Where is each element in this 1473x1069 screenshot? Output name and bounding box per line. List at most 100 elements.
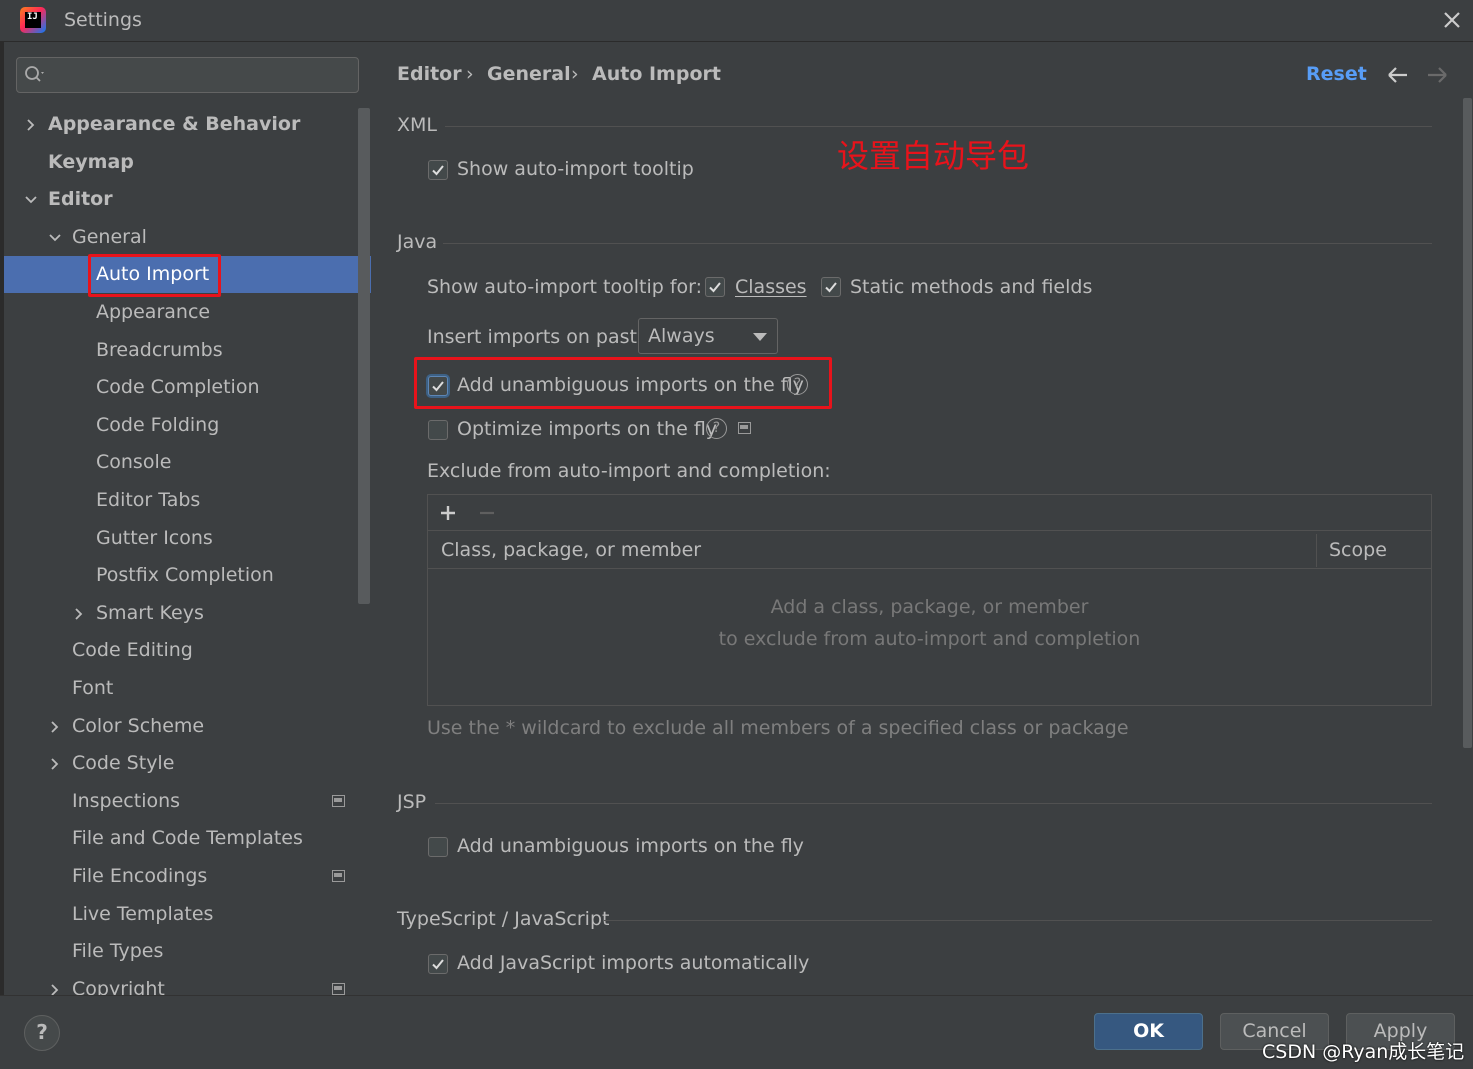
wildcard-hint-text: Use the * wildcard to exclude all member…	[427, 717, 1129, 739]
sidebar-item-label: File and Code Templates	[72, 827, 303, 850]
breadcrumb-separator: ›	[571, 63, 579, 85]
column-header-class[interactable]: Class, package, or member	[441, 539, 701, 561]
checkmark-icon	[825, 282, 837, 293]
breadcrumb-separator: ›	[466, 63, 474, 85]
sidebar-item-label: Appearance & Behavior	[48, 113, 301, 135]
sidebar-item-font[interactable]: Font	[4, 670, 357, 707]
sidebar-item-code-completion[interactable]: Code Completion	[4, 369, 357, 406]
settings-sidebar: Appearance & Behavior Keymap Editor General…	[4, 43, 371, 995]
checkmark-icon	[432, 165, 444, 176]
checkmark-icon	[709, 282, 721, 293]
exclude-table-header: Class, package, or member Scope	[428, 532, 1431, 569]
breadcrumb-general[interactable]: General	[487, 63, 571, 85]
xml-show-tooltip-checkbox[interactable]	[428, 160, 448, 180]
settings-window: IJ Settings Appearance & Behavior Keymap E…	[0, 0, 1473, 1069]
section-divider	[443, 243, 1432, 244]
sidebar-item-live-templates[interactable]: Live Templates	[4, 896, 357, 933]
jsp-add-unambiguous-label: Add unambiguous imports on the fly	[457, 835, 804, 857]
sidebar-item-label: Color Scheme	[72, 714, 205, 737]
project-scope-icon	[332, 870, 345, 882]
chevron-right-icon[interactable]	[24, 118, 38, 132]
intellij-logo-icon: IJ	[20, 7, 46, 33]
project-scope-icon	[738, 422, 751, 434]
exclude-table-toolbar	[428, 495, 1431, 531]
java-static-checkbox[interactable]	[821, 277, 841, 297]
sidebar-item-gutter-icons[interactable]: Gutter Icons	[4, 520, 357, 557]
chevron-right-icon[interactable]	[48, 983, 62, 995]
section-title-typescript: TypeScript / JavaScript	[397, 908, 610, 930]
java-optimize-label: Optimize imports on the fly	[457, 418, 718, 440]
java-static-label: Static methods and fields	[850, 276, 1093, 298]
sidebar-item-label: Copyright	[72, 977, 165, 995]
search-icon	[25, 66, 44, 82]
breadcrumb-editor[interactable]: Editor	[397, 63, 462, 85]
java-optimize-checkbox[interactable]	[428, 420, 448, 440]
title-bar: IJ Settings	[0, 0, 1473, 42]
help-button[interactable]: ?	[24, 1015, 60, 1051]
ok-button[interactable]: OK	[1094, 1013, 1203, 1050]
sidebar-item-label: Font	[72, 677, 114, 699]
java-insert-on-paste-label: Insert imports on paste:	[427, 326, 656, 348]
csdn-watermark: CSDN @Ryan成长笔记	[1262, 1041, 1465, 1063]
java-add-unambiguous-checkbox[interactable]	[428, 376, 448, 396]
back-arrow-icon[interactable]	[1386, 65, 1410, 85]
column-header-scope[interactable]: Scope	[1329, 539, 1387, 561]
sidebar-item-appearance[interactable]: Appearance	[4, 294, 357, 331]
section-divider	[445, 126, 1432, 127]
sidebar-item-label: Code Style	[72, 752, 175, 775]
chevron-right-icon[interactable]	[48, 720, 62, 734]
java-add-unambiguous-label: Add unambiguous imports on the fly	[457, 374, 804, 396]
help-question-icon[interactable]: ?	[706, 418, 727, 439]
add-icon[interactable]	[438, 503, 458, 523]
settings-search-input[interactable]	[53, 62, 353, 88]
sidebar-item-label: Postfix Completion	[96, 564, 274, 587]
forward-arrow-icon[interactable]	[1425, 65, 1449, 85]
sidebar-item-label: Code Editing	[72, 639, 193, 662]
dialog-button-bar: ? OK Cancel Apply	[0, 995, 1473, 1069]
sidebar-item-editor[interactable]: Editor	[4, 181, 357, 218]
sidebar-item-smart-keys[interactable]: Smart Keys	[4, 595, 357, 632]
sidebar-item-file-encodings[interactable]: File Encodings	[4, 858, 357, 895]
chevron-down-icon[interactable]	[48, 231, 62, 245]
insert-on-paste-value: Always	[648, 325, 715, 347]
content-scrollbar[interactable]	[1463, 98, 1472, 748]
annotation-text: 设置自动导包	[837, 137, 1030, 175]
sidebar-item-breadcrumbs[interactable]: Breadcrumbs	[4, 332, 357, 369]
sidebar-item-keymap[interactable]: Keymap	[4, 144, 357, 181]
sidebar-item-general[interactable]: General	[4, 219, 357, 256]
sidebar-item-appearance-behavior[interactable]: Appearance & Behavior	[4, 106, 357, 143]
sidebar-item-editor-tabs[interactable]: Editor Tabs	[4, 482, 357, 519]
sidebar-item-inspections[interactable]: Inspections	[4, 783, 357, 820]
sidebar-item-file-types[interactable]: File Types	[4, 933, 357, 970]
jsp-add-unambiguous-checkbox[interactable]	[428, 837, 448, 857]
chevron-right-icon[interactable]	[48, 757, 62, 771]
sidebar-item-copyright[interactable]: Copyright	[4, 971, 357, 995]
help-question-icon[interactable]: ?	[787, 374, 808, 395]
reset-link[interactable]: Reset	[1306, 63, 1367, 85]
sidebar-item-code-style[interactable]: Code Style	[4, 745, 357, 782]
sidebar-scrollbar[interactable]	[358, 108, 370, 604]
column-divider[interactable]	[1316, 534, 1317, 567]
checkmark-icon	[432, 381, 444, 392]
sidebar-item-auto-import[interactable]: Auto Import	[4, 256, 371, 294]
sidebar-item-console[interactable]: Console	[4, 444, 357, 481]
close-icon[interactable]	[1438, 6, 1466, 34]
section-title-jsp: JSP	[397, 791, 427, 813]
section-title-xml: XML	[397, 114, 437, 136]
sidebar-item-code-folding[interactable]: Code Folding	[4, 407, 357, 444]
chevron-down-icon[interactable]	[24, 193, 38, 207]
java-classes-checkbox[interactable]	[705, 277, 725, 297]
empty-table-text-line1: Add a class, package, or member	[770, 596, 1089, 618]
sidebar-item-label: Inspections	[72, 789, 181, 812]
chevron-right-icon[interactable]	[72, 607, 86, 621]
sidebar-item-label: Code Completion	[96, 376, 260, 399]
remove-icon[interactable]	[477, 503, 497, 523]
sidebar-item-file-and-code-templates[interactable]: File and Code Templates	[4, 820, 357, 857]
sidebar-item-color-scheme[interactable]: Color Scheme	[4, 708, 357, 745]
checkmark-icon	[432, 959, 444, 970]
settings-search-box[interactable]	[16, 57, 359, 93]
sidebar-item-postfix-completion[interactable]: Postfix Completion	[4, 557, 357, 594]
ts-add-js-imports-checkbox[interactable]	[428, 954, 448, 974]
insert-on-paste-dropdown[interactable]: Always	[638, 318, 778, 354]
sidebar-item-code-editing[interactable]: Code Editing	[4, 632, 357, 669]
